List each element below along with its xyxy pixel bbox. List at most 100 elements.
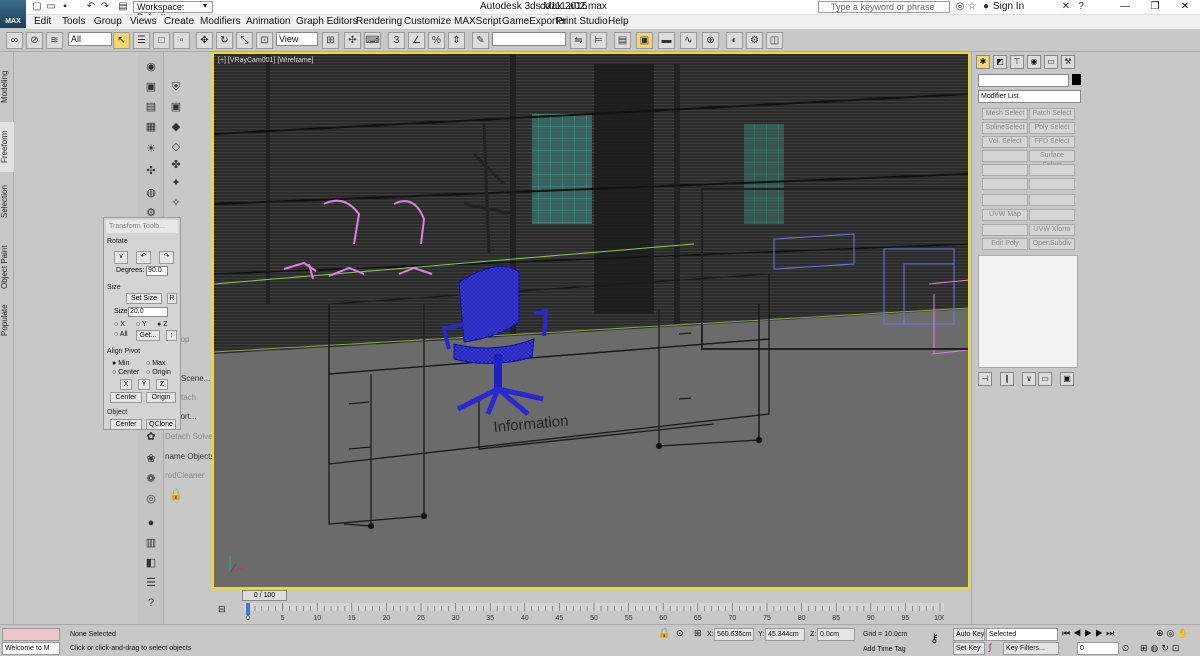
ribbon-tab-populate[interactable]: Populate xyxy=(0,300,14,340)
list-icon[interactable]: ☰ xyxy=(143,576,159,590)
modifier-button[interactable]: Patch Select xyxy=(1029,108,1075,120)
redo-icon[interactable]: ↷ xyxy=(99,1,111,12)
curve-editor-icon[interactable]: ∿ xyxy=(680,32,697,49)
time-slider[interactable]: 0 / 100 xyxy=(212,589,970,603)
globe-icon[interactable]: ◎ xyxy=(143,492,159,506)
menu-modifiers[interactable]: Modifiers xyxy=(200,16,241,27)
toolbox-title[interactable]: Transform Toolb... xyxy=(106,220,178,233)
camera-icon[interactable]: ▣ xyxy=(168,100,184,114)
selection-filter-dropdown[interactable]: All xyxy=(68,32,112,46)
get-button[interactable]: Get... xyxy=(136,330,160,341)
align-x-button[interactable]: X xyxy=(120,379,132,390)
configure-sets-icon[interactable]: ▣ xyxy=(1060,372,1074,386)
rotate-axis-dropdown[interactable]: ∨ xyxy=(114,251,128,264)
ribbon-tab-object-paint[interactable]: Object Paint xyxy=(0,240,14,295)
menu-animation[interactable]: Animation xyxy=(246,16,290,27)
helper-icon[interactable]: ◍ xyxy=(143,186,159,200)
mirror-icon[interactable]: ⇋ xyxy=(570,32,587,49)
key-tangent-icon[interactable]: ʃ xyxy=(989,642,991,652)
menu-graph-editors[interactable]: Graph Editors xyxy=(296,16,358,27)
menu-label-detach-solve[interactable]: Detach Solve xyxy=(165,432,213,441)
script-icon[interactable]: ▥ xyxy=(143,536,159,550)
tools-icon[interactable]: ✣ xyxy=(143,164,159,178)
pin-stack-icon[interactable]: ⊣ xyxy=(978,372,992,386)
binoculars-icon[interactable]: ◎ xyxy=(954,1,966,12)
modifier-button[interactable] xyxy=(1029,194,1075,206)
radio-y[interactable]: ○ Y xyxy=(136,321,147,328)
select-move-icon[interactable]: ✥ xyxy=(196,32,213,49)
table-icon[interactable]: ▦ xyxy=(143,120,159,134)
select-object-icon[interactable]: ↖ xyxy=(113,32,130,49)
sign-in-link[interactable]: Sign In xyxy=(993,1,1024,12)
radio-x[interactable]: ○ X xyxy=(114,321,125,328)
set-size-button[interactable]: Set Size xyxy=(126,293,162,304)
help-icon[interactable]: ? xyxy=(1075,1,1087,12)
workspace-dropdown[interactable]: Workspace: Default xyxy=(133,1,213,22)
ribbon-tab-selection[interactable]: Selection xyxy=(0,182,14,222)
modifier-button[interactable] xyxy=(1029,209,1075,221)
menu-print-studio[interactable]: Print Studio xyxy=(556,16,608,27)
object-center-button[interactable]: Center xyxy=(110,419,142,430)
time-config-icon[interactable]: ⏲ xyxy=(1122,643,1129,654)
render-frame-icon[interactable]: ◫ xyxy=(766,32,783,49)
undo-icon[interactable]: ↶ xyxy=(85,1,97,12)
sphere2-icon[interactable]: ● xyxy=(143,516,159,530)
key-mode-dropdown[interactable]: Selected xyxy=(986,628,1058,641)
utilities-tab-icon[interactable]: ⚒ xyxy=(1061,55,1075,69)
track-toggle-icon[interactable]: ⊟ xyxy=(218,604,236,616)
menu-rendering[interactable]: Rendering xyxy=(356,16,402,27)
add-time-tag[interactable]: Add Time Tag xyxy=(863,646,906,653)
menu-tools[interactable]: Tools xyxy=(62,16,85,27)
maximize-button[interactable]: ❐ xyxy=(1140,0,1170,14)
ribbon-tab-freeform[interactable]: Freeform xyxy=(0,122,14,172)
snaps-toggle-icon[interactable]: 3 xyxy=(388,32,405,49)
space-icon[interactable]: ◇ xyxy=(168,140,184,154)
remove-modifier-icon[interactable]: ▭ xyxy=(1038,372,1052,386)
create-tab-icon[interactable]: ✱ xyxy=(976,55,990,69)
y-coord-input[interactable]: 45.344cm xyxy=(765,628,805,641)
r-button[interactable]: R xyxy=(167,293,177,304)
rect-select-icon[interactable]: □ xyxy=(153,32,170,49)
modifier-button[interactable] xyxy=(982,150,1028,162)
modify-tab-icon[interactable]: ◩ xyxy=(993,55,1007,69)
qclone-button[interactable]: QClone xyxy=(146,419,176,430)
viewport-nav-controls-2[interactable]: ⊞◍↻⊡ xyxy=(1140,643,1182,654)
ref-coord-dropdown[interactable]: View xyxy=(276,32,318,46)
bind-spacewarp-icon[interactable]: ≋ xyxy=(46,32,63,49)
modifier-button[interactable]: Mesh Select xyxy=(982,108,1028,120)
modifier-button[interactable] xyxy=(1029,178,1075,190)
plant-icon[interactable]: ✿ xyxy=(143,430,159,444)
radio-origin[interactable]: ○ Origin xyxy=(146,369,171,376)
object-name-field[interactable] xyxy=(978,74,1069,87)
modifier-button[interactable]: Vol. Select xyxy=(982,136,1028,148)
object-color-swatch[interactable] xyxy=(1072,74,1081,85)
menu-customize[interactable]: Customize xyxy=(404,16,451,27)
user-icon[interactable]: ● xyxy=(980,1,992,12)
modifier-button[interactable]: FFD Select xyxy=(1029,136,1075,148)
playback-controls[interactable]: ⏮◀▶▶⏭ xyxy=(1062,628,1117,639)
unlink-icon[interactable]: ⊘ xyxy=(26,32,43,49)
modifier-button[interactable]: OpenSubdiv xyxy=(1029,238,1075,250)
search-input[interactable]: Type a keyword or phrase xyxy=(818,1,950,13)
modifier-button[interactable] xyxy=(1029,164,1075,176)
absolute-mode-icon[interactable]: ⊞ xyxy=(694,628,702,639)
maxscript-input[interactable]: Welcome to M xyxy=(2,642,60,655)
save-icon[interactable]: ▪ xyxy=(59,1,71,12)
select-by-name-icon[interactable]: ☰ xyxy=(133,32,150,49)
sphere-icon[interactable]: ◉ xyxy=(143,60,159,74)
doc-icon[interactable]: ▤ xyxy=(143,100,159,114)
render-setup-icon[interactable]: ⚙ xyxy=(746,32,763,49)
star-icon[interactable]: ☆ xyxy=(966,1,978,12)
key-filters-button[interactable]: Key Filters... xyxy=(1003,642,1059,655)
radio-z[interactable]: ● Z xyxy=(157,321,167,328)
rotate-ccw-button[interactable]: ↶ xyxy=(136,251,151,264)
place-icon[interactable]: ⊡ xyxy=(256,32,273,49)
modifier-button[interactable]: Poly Select xyxy=(1029,122,1075,134)
menu-edit[interactable]: Edit xyxy=(34,16,51,27)
x-coord-input[interactable]: 560.636cm xyxy=(714,628,754,641)
plugin-icon[interactable]: ✤ xyxy=(168,158,184,172)
viewport-nav-controls[interactable]: ⊕◎✋ xyxy=(1156,628,1192,639)
menu-label-cleaner[interactable]: rodCleaner xyxy=(165,471,205,480)
perspective-viewport[interactable]: [+] [VRayCam001] [Wireframe] Information xyxy=(212,52,970,589)
menu-group[interactable]: Group xyxy=(94,16,122,27)
